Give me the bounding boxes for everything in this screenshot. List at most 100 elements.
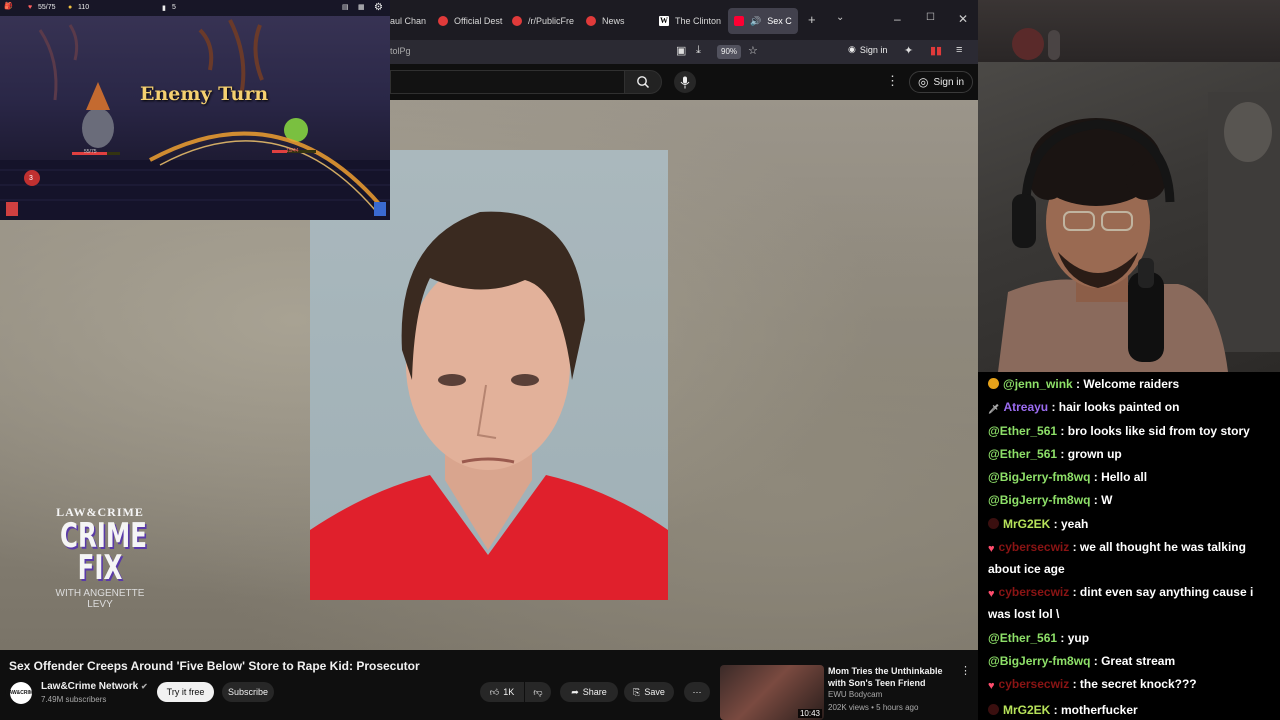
heart-badge-icon: ♥ — [988, 588, 995, 601]
chat-username[interactable]: @BigJerry-fm8wq — [988, 470, 1090, 484]
save-button[interactable]: ⎘ Save — [624, 682, 674, 702]
maximize-icon[interactable]: ☐ — [926, 12, 935, 23]
chat-username[interactable]: Atreayu — [1003, 400, 1048, 414]
close-window-icon[interactable]: ✕ — [958, 12, 968, 26]
chat-username[interactable]: @Ether_561 — [988, 424, 1057, 438]
menu-hamburger-icon[interactable]: ≡ — [956, 44, 962, 56]
like-count: 1K — [503, 687, 515, 697]
chat-username[interactable]: @jenn_wink — [1003, 377, 1073, 391]
search-button[interactable] — [624, 70, 662, 94]
firefox-sign-in-label: Sign in — [859, 44, 888, 55]
player-hp: 15/44 — [286, 148, 299, 154]
recommended-title[interactable]: Mom Tries the Unthinkable with Son's Tee… — [828, 665, 956, 689]
search-input[interactable] — [390, 70, 624, 94]
chat-username[interactable]: MrG2EK — [1003, 703, 1050, 717]
recommended-duration: 10:43 — [797, 709, 822, 718]
chat-username[interactable]: @Ether_561 — [988, 631, 1057, 645]
channel-name[interactable]: Law&Crime Network ✔ — [41, 681, 148, 692]
recommended-thumbnail[interactable]: 10:43 — [720, 665, 824, 720]
chat-text: : yeah — [1050, 516, 1089, 531]
heart-badge-icon: ♥ — [988, 680, 995, 693]
more-horizontal-icon: ⋯ — [692, 686, 702, 697]
voice-search-button[interactable] — [674, 71, 696, 93]
chat-username[interactable]: @BigJerry-fm8wq — [988, 654, 1090, 668]
url-text[interactable]: tolPg — [390, 46, 411, 56]
more-actions-button[interactable]: ⋯ — [684, 682, 710, 702]
chat-username[interactable]: cybersecwiz — [999, 585, 1070, 599]
tab-2-label: Official Dest — [454, 16, 503, 26]
new-tab-icon[interactable]: + — [808, 12, 816, 27]
channel-avatar[interactable]: LAW&CRIME — [6, 682, 36, 704]
recommended-meta: 202K views • 5 hours ago — [828, 703, 919, 712]
logo-line-3: FIX — [77, 548, 123, 588]
tab-2[interactable]: Official Dest — [432, 8, 504, 34]
dislike-button[interactable]: 👎︎ — [525, 682, 551, 702]
status-badge: 3 — [29, 175, 33, 182]
enemy-hp: 55/75 — [84, 149, 97, 155]
subscribe-button[interactable]: Subscribe — [222, 682, 274, 702]
tab-6-label: Sex C — [767, 16, 792, 26]
chat-text: : bro looks like sid from toy story — [1057, 423, 1250, 438]
zoom-level[interactable]: 90% — [717, 45, 742, 59]
game-overlay: 🎒 ♥ 55/75 ● 110 ▮ 5 ▤ ▦ ⚙ Enemy Turn 55/… — [0, 0, 390, 220]
account-icon: ◉ — [848, 44, 856, 54]
chat-message: @jenn_wink : Welcome raiders — [988, 374, 1272, 394]
chat-username[interactable]: cybersecwiz — [999, 677, 1070, 691]
chat-username[interactable]: @BigJerry-fm8wq — [988, 493, 1090, 507]
recommended-channel[interactable]: EWU Bodycam — [828, 690, 882, 699]
tab-6-active[interactable]: 🔊 Sex C ✕ — [728, 8, 798, 34]
tab-1[interactable]: aul Chan — [384, 8, 434, 34]
chat-username[interactable]: @Ether_561 — [988, 447, 1057, 461]
chat-text: : grown up — [1057, 446, 1122, 461]
subscriber-count: 7.49M subscribers — [41, 695, 107, 704]
game-scene — [0, 19, 390, 220]
microphone-icon — [680, 76, 690, 88]
chat-text: : Welcome raiders — [1072, 377, 1180, 391]
wikipedia-favicon-icon: W — [659, 16, 669, 26]
stream-chat: @jenn_wink : Welcome raiders 🗡︎ Atreayu :… — [978, 372, 1280, 720]
tab-list-chevron-icon[interactable]: ⌄ — [836, 12, 844, 23]
tab-5[interactable]: W The Clinton — [653, 8, 725, 34]
bookmark-icon: ⎘ — [633, 686, 641, 697]
thumbs-up-icon: 👍︎ — [489, 686, 500, 697]
like-button[interactable]: 👍︎ 1K — [480, 682, 524, 702]
minimize-icon[interactable]: – — [894, 12, 901, 26]
chat-message: ♥ cybersecwiz : dint even say anything ca… — [988, 582, 1272, 624]
extensions-icon[interactable]: ✦ — [904, 44, 913, 57]
chat-message: @BigJerry-fm8wq : Great stream — [988, 651, 1272, 671]
download-page-icon[interactable]: ⤓ — [696, 44, 701, 57]
speaker-icon[interactable]: 🔊 — [750, 16, 761, 27]
tab-4-label: News — [602, 16, 625, 26]
chat-message: MrG2EK : motherfucker — [988, 700, 1272, 720]
share-arrow-icon: ➦ — [571, 686, 579, 697]
thumbs-down-icon: 👎︎ — [533, 686, 543, 697]
tab-4[interactable]: News — [580, 8, 652, 34]
bookmark-star-icon[interactable]: ☆ — [748, 44, 758, 57]
reader-view-icon[interactable]: ▣ — [676, 44, 686, 57]
webcam-backdrop — [978, 0, 1280, 62]
youtube-sign-in-button[interactable]: ◎ Sign in — [909, 71, 974, 93]
chat-text: : motherfucker — [1050, 702, 1138, 717]
settings-more-icon[interactable]: ⋮ — [886, 73, 899, 89]
enemy-turn-banner: Enemy Turn — [140, 83, 269, 105]
share-button[interactable]: ➦ Share — [560, 682, 618, 702]
chat-username[interactable]: cybersecwiz — [999, 540, 1070, 554]
recommended-more-icon[interactable]: ⋮ — [960, 664, 971, 677]
tab-5-label: The Clinton — [675, 16, 722, 26]
chat-username[interactable]: MrG2EK — [1003, 517, 1050, 531]
chat-message: @BigJerry-fm8wq : W — [988, 490, 1272, 510]
user-badge-icon — [988, 517, 999, 529]
reddit-favicon-icon — [438, 16, 448, 26]
verified-check-icon: ✔ — [141, 682, 148, 691]
user-circle-icon: ◎ — [918, 75, 929, 89]
tab-3[interactable]: /r/PublicFre — [506, 8, 578, 34]
streamer-webcam — [978, 62, 1280, 372]
firefox-sign-in[interactable]: ◉ Sign in — [848, 44, 887, 55]
try-free-button[interactable]: Try it free — [157, 682, 214, 702]
chat-message: ♥ cybersecwiz : the secret knock??? — [988, 674, 1272, 696]
reddit-favicon-icon — [512, 16, 522, 26]
chat-message: @Ether_561 : grown up — [988, 444, 1272, 464]
crime-fix-logo: LAW&CRIME CRIME FIX WITH ANGENETTE LEVY — [50, 505, 150, 630]
ublock-icon[interactable]: ▮▮ — [930, 44, 942, 57]
chat-message: MrG2EK : yeah — [988, 514, 1272, 534]
